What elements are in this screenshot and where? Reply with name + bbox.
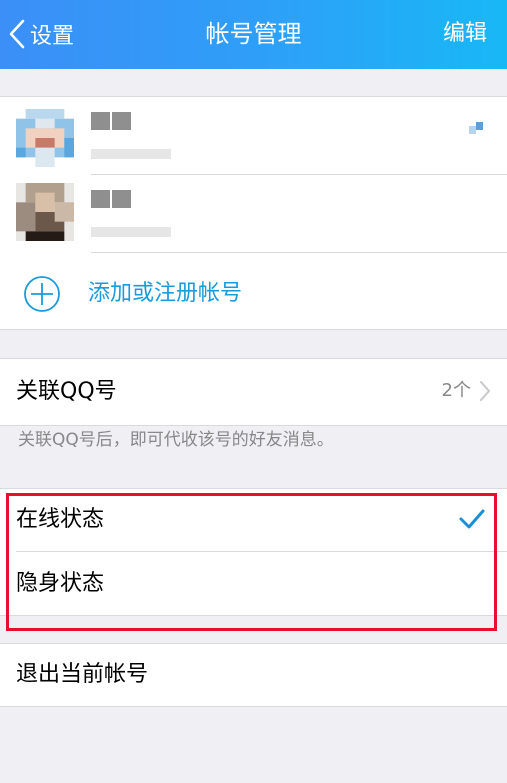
linked-qq-label: 关联QQ号 <box>16 379 117 404</box>
edit-button[interactable]: 编辑 <box>443 14 487 54</box>
add-account-row[interactable] <box>0 253 507 330</box>
divider <box>0 643 507 644</box>
divider <box>0 358 507 359</box>
page-title: 帐号管理 <box>205 20 302 48</box>
highlight-box <box>6 493 497 631</box>
avatar <box>16 109 74 167</box>
accounts-section: 添加或注册帐号 <box>0 96 507 330</box>
linked-qq-count: 2个 <box>441 380 471 401</box>
account-name <box>91 190 131 208</box>
chevron-right-icon <box>480 381 490 401</box>
account-subtitle <box>91 149 171 159</box>
add-account-label: 添加或注册帐号 <box>88 281 243 306</box>
account-row[interactable] <box>0 175 507 252</box>
divider <box>0 329 507 330</box>
account-subtitle <box>91 227 171 237</box>
account-name <box>91 112 131 130</box>
divider <box>0 706 507 707</box>
avatar <box>16 183 74 241</box>
linked-qq-hint: 关联QQ号后，即可代收该号的好友消息。 <box>18 430 334 450</box>
current-account-icon <box>469 122 483 134</box>
logout-label: 退出当前帐号 <box>16 662 149 687</box>
plus-circle-icon <box>24 276 60 312</box>
account-row[interactable] <box>0 96 507 174</box>
nav-bar: 设置 帐号管理 编辑 <box>0 0 507 69</box>
